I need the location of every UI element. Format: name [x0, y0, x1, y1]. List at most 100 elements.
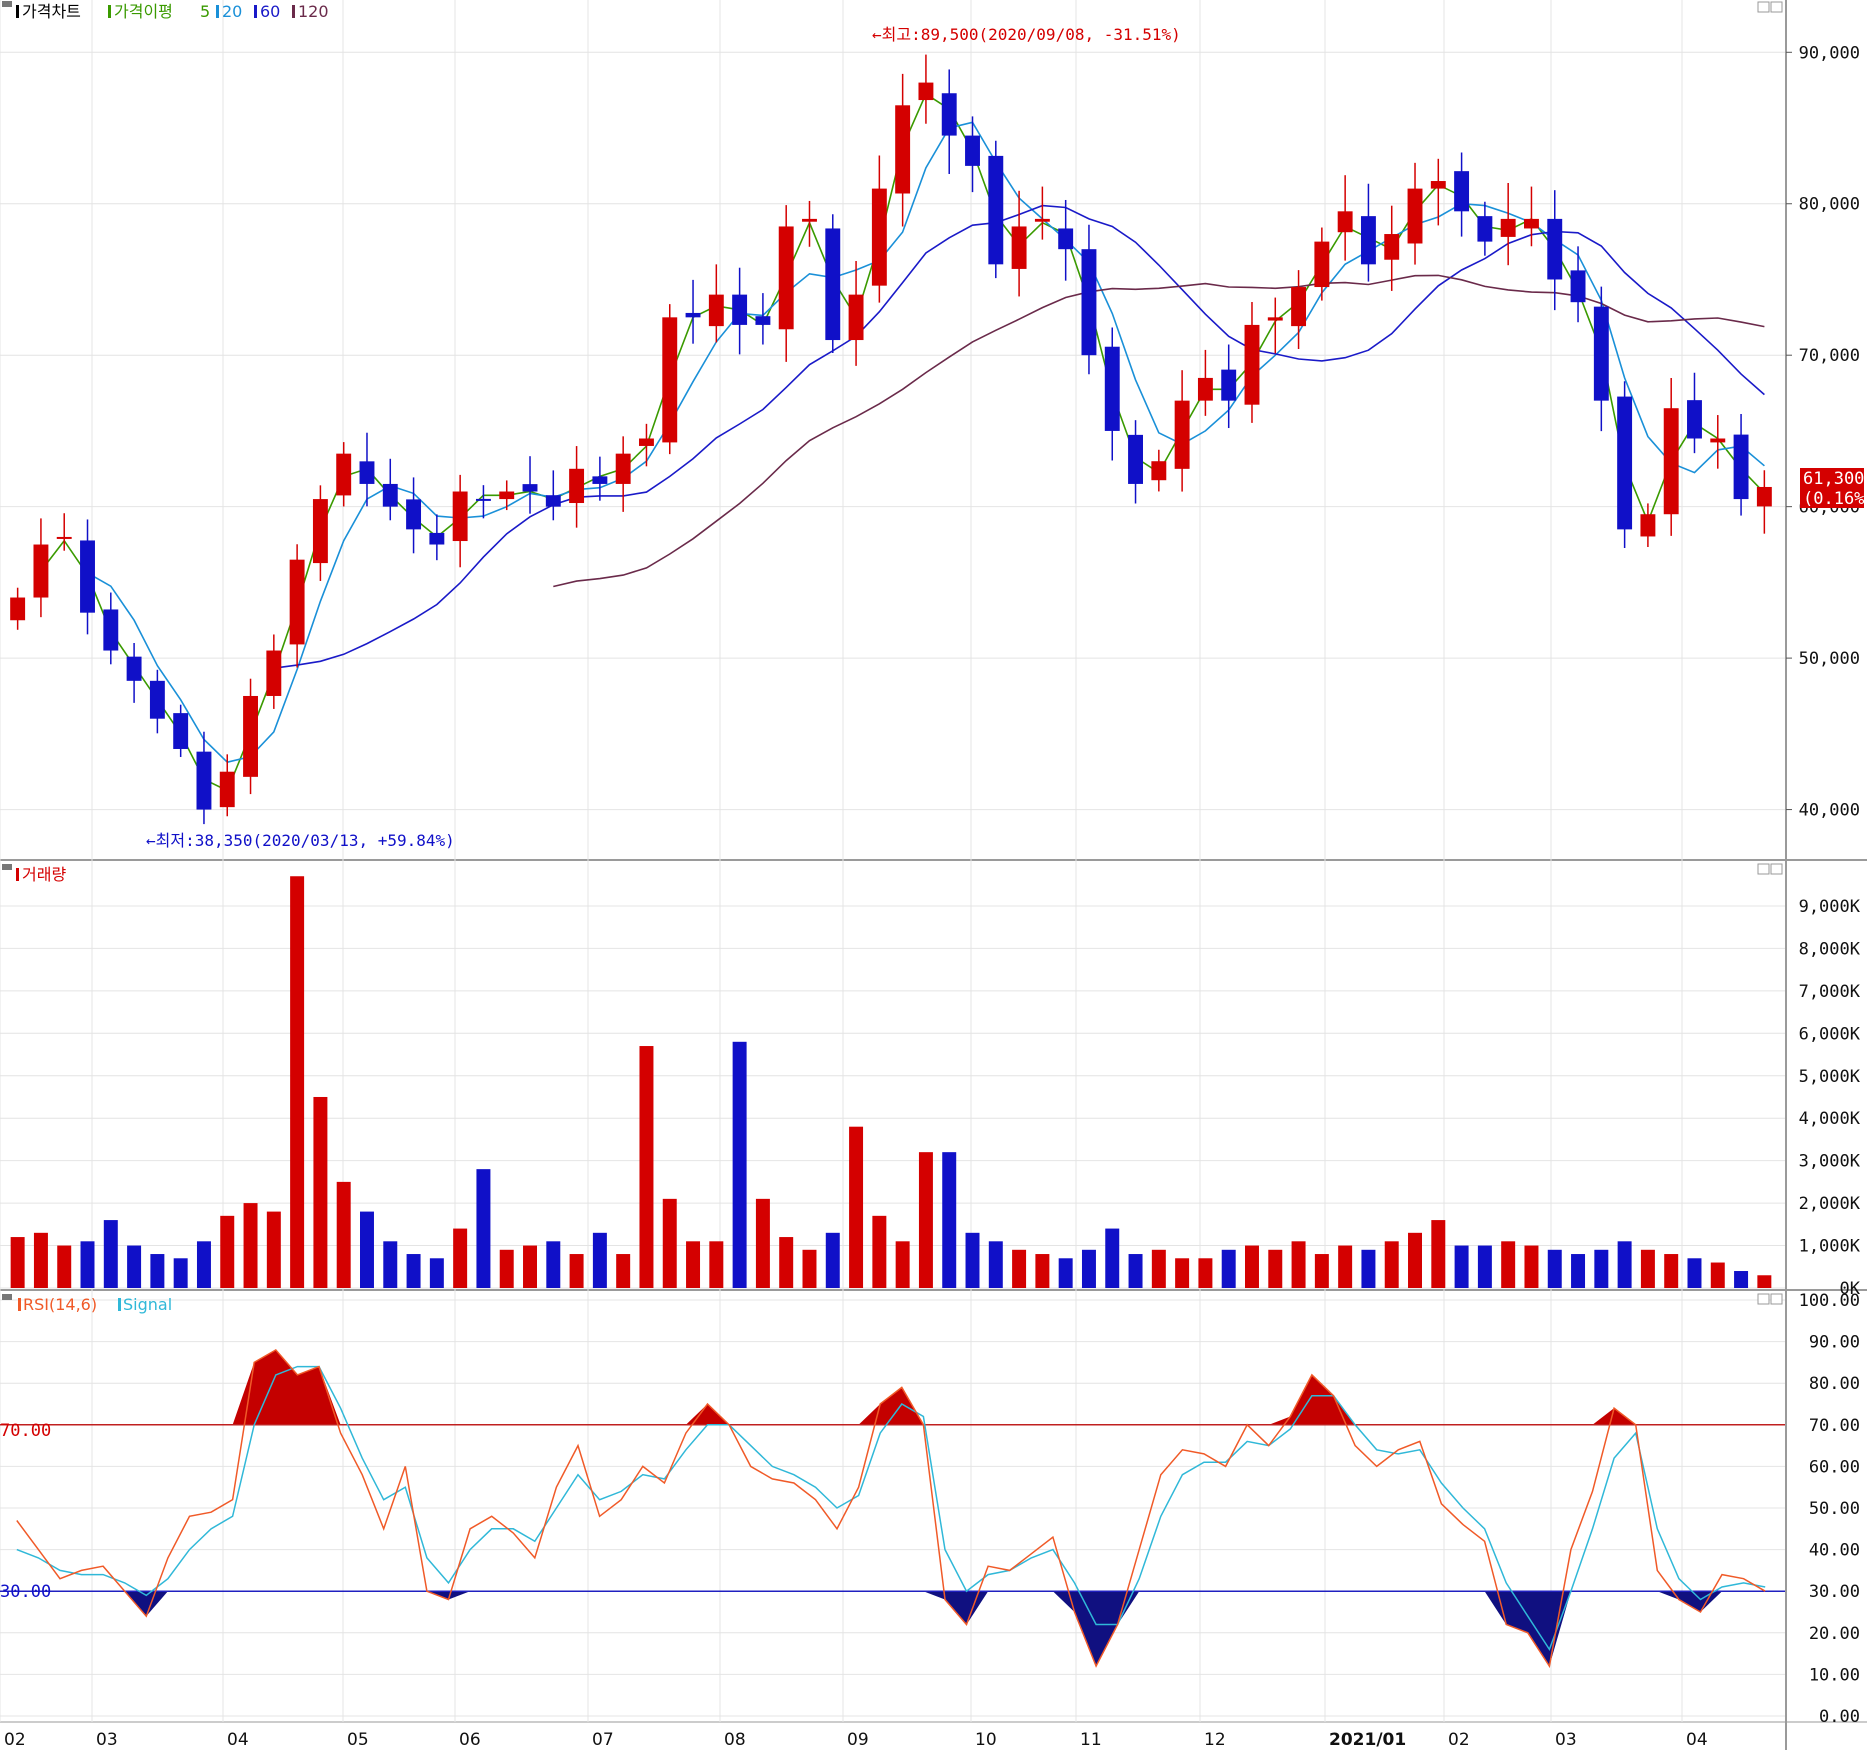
- volume-bar: [196, 1241, 211, 1288]
- close-icon[interactable]: [1770, 863, 1783, 875]
- volume-bar: [1035, 1254, 1050, 1288]
- volume-bar: [1571, 1254, 1586, 1288]
- volume-tick-label: 6,000K: [1799, 1024, 1861, 1044]
- volume-bar: [220, 1215, 235, 1288]
- candle-body: [1570, 270, 1586, 303]
- volume-bar: [988, 1241, 1003, 1288]
- volume-bar: [918, 1152, 933, 1288]
- candle-body: [1524, 218, 1539, 229]
- volume-tick-label: 7,000K: [1799, 982, 1861, 1002]
- candle-body: [126, 656, 142, 681]
- candle-body: [1034, 218, 1050, 222]
- candle-body: [1593, 306, 1609, 401]
- volume-bar: [592, 1232, 607, 1288]
- volume-tick-label: 5,000K: [1799, 1067, 1861, 1087]
- candle-body: [1733, 434, 1749, 500]
- candle-body: [1710, 438, 1726, 443]
- minimize-icon[interactable]: [1757, 1293, 1770, 1305]
- volume-bar: [1687, 1258, 1702, 1288]
- volume-bar: [243, 1203, 258, 1288]
- rsi-tick-label: 100.00: [1799, 1291, 1860, 1311]
- volume-bar: [1268, 1249, 1283, 1288]
- candle-body: [662, 317, 678, 443]
- volume-bar: [476, 1169, 491, 1288]
- volume-bar: [965, 1232, 980, 1288]
- volume-bar: [1501, 1241, 1516, 1288]
- candle-body: [103, 609, 119, 651]
- last-price-tag: 61,300 (0.16%): [1800, 468, 1867, 509]
- candle-body: [336, 453, 352, 496]
- candle-body: [941, 93, 957, 136]
- candle-body: [1756, 486, 1772, 507]
- volume-bar: [1384, 1241, 1399, 1288]
- legend-ma-label: 가격이평: [114, 2, 173, 21]
- candle-body: [1174, 400, 1190, 469]
- volume-bar: [732, 1041, 747, 1288]
- candle-body: [895, 105, 911, 194]
- rsi-tick-label: 10.00: [1809, 1665, 1860, 1685]
- minimize-icon[interactable]: [1757, 1, 1770, 13]
- candle-body: [1547, 218, 1563, 280]
- volume-bar: [662, 1198, 677, 1288]
- candle-body: [219, 771, 235, 808]
- volume-bar: [360, 1211, 374, 1288]
- legend-rsi: RSI(14,6): [23, 1295, 97, 1314]
- legend-price-chart: 가격차트: [22, 2, 81, 21]
- month-label: 06: [459, 1730, 481, 1750]
- month-label: 12: [1204, 1730, 1226, 1750]
- candle-body: [499, 491, 515, 500]
- candle-body: [196, 751, 212, 810]
- volume-tick-label: 8,000K: [1799, 939, 1861, 959]
- high-annotation: ←최고:89,500(2020/09/08, -31.51%): [872, 25, 1181, 44]
- volume-bar: [1221, 1249, 1236, 1288]
- candle-body: [266, 650, 282, 696]
- close-icon[interactable]: [1770, 1293, 1783, 1305]
- candle-body: [1314, 241, 1330, 288]
- price-legend: 가격차트 가격이평 5 20 60 120: [2, 1, 329, 21]
- legend-ma60: 60: [260, 2, 280, 21]
- volume-bar: [290, 876, 305, 1288]
- price-tick-label: 90,000: [1799, 43, 1860, 63]
- close-icon[interactable]: [1770, 1, 1783, 13]
- candle-body: [80, 540, 95, 613]
- volume-bar: [942, 1152, 957, 1288]
- candle-body: [1267, 317, 1283, 321]
- month-label: 04: [227, 1730, 249, 1750]
- candle-body: [778, 226, 794, 330]
- legend-volume: 거래량: [22, 865, 66, 884]
- candle-body: [173, 713, 189, 749]
- volume-bar: [709, 1241, 724, 1288]
- volume-bar: [1547, 1249, 1562, 1288]
- candle-body: [312, 499, 328, 564]
- volume-bar: [546, 1241, 561, 1288]
- candle-body: [871, 188, 887, 286]
- price-tick-label: 70,000: [1799, 346, 1860, 366]
- volume-bar: [103, 1220, 118, 1288]
- candle-body: [1291, 287, 1307, 327]
- volume-bar: [825, 1232, 840, 1288]
- volume-bar: [779, 1237, 794, 1288]
- rsi-tick-label: 80.00: [1809, 1374, 1860, 1394]
- legend-ma120: 120: [298, 2, 329, 21]
- candle-body: [592, 476, 608, 484]
- volume-tick-label: 4,000K: [1799, 1109, 1861, 1129]
- volume-bar: [802, 1249, 817, 1288]
- candle-body: [1617, 396, 1633, 530]
- candle-body: [452, 491, 468, 542]
- candle-body: [569, 468, 585, 504]
- price-tick-label: 50,000: [1799, 649, 1860, 669]
- month-label: 11: [1080, 1730, 1102, 1750]
- volume-bar: [10, 1237, 25, 1288]
- candle-body: [382, 483, 398, 507]
- volume-bar: [453, 1228, 468, 1288]
- minimize-icon[interactable]: [1757, 863, 1770, 875]
- volume-bar: [1477, 1245, 1492, 1288]
- price-panel: [0, 0, 1785, 860]
- month-axis: 02 03 04 05 06 07 08 09 10 11 12 2021/01 02 03 04: [4, 1730, 1708, 1750]
- candle-body: [243, 695, 258, 777]
- volume-bar: [1408, 1232, 1422, 1288]
- volume-bar: [895, 1241, 910, 1288]
- candle-body: [1430, 181, 1446, 189]
- volume-bar: [499, 1249, 514, 1288]
- candle-body: [1151, 461, 1167, 481]
